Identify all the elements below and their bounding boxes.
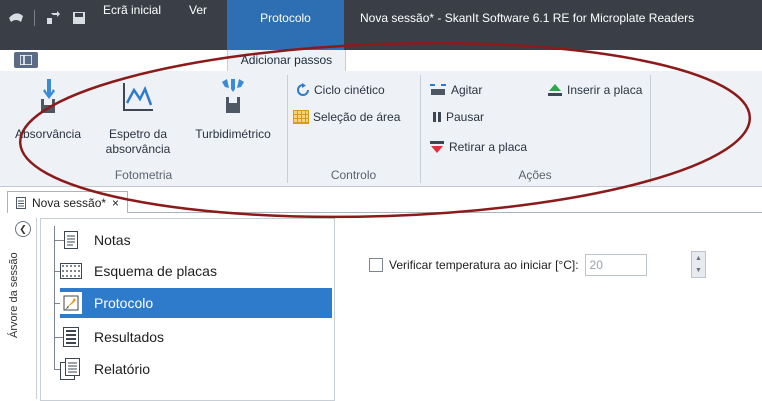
results-icon (60, 326, 82, 348)
retirar-placa-button[interactable]: Retirar a placa (429, 138, 527, 156)
session-tab-label: Nova sessão* (32, 195, 107, 210)
document-icon (16, 196, 26, 209)
verify-temperature-label: Verificar temperatura ao iniciar [°C]: (389, 258, 579, 272)
ciclo-cinetico-label: Ciclo cinético (314, 83, 385, 97)
close-icon[interactable]: × (112, 196, 119, 210)
tab-ecra-inicial[interactable]: Ecrã inicial (103, 0, 161, 21)
report-icon (60, 358, 82, 380)
temperature-spinner[interactable]: ▲ ▼ (691, 251, 706, 278)
collapse-panel-icon[interactable]: ❮ (15, 221, 31, 237)
separator (34, 10, 35, 26)
verify-temperature-checkbox[interactable] (369, 258, 383, 272)
tree-connector (54, 226, 55, 370)
spectrum-chart-icon (95, 79, 181, 113)
group-label-controlo: Controlo (330, 168, 377, 182)
insert-icon (548, 84, 562, 96)
group-label-fotometria: Fotometria (114, 168, 173, 182)
inserir-placa-button[interactable]: Inserir a placa (547, 81, 642, 99)
absorvancia-label: Absorvância (14, 127, 82, 141)
side-panel-label[interactable]: Árvore da sessão (8, 240, 32, 350)
espetro-absorvancia-button[interactable]: Espetro da absorvância (95, 79, 181, 157)
turbidimetrico-label: Turbidimétrico (195, 127, 271, 141)
plate-grid-icon (293, 110, 309, 124)
absorbance-icon (6, 79, 90, 113)
agitar-label: Agitar (451, 83, 483, 97)
pausar-button[interactable]: Pausar (432, 108, 484, 126)
temperature-input[interactable]: 20 (584, 254, 647, 276)
tab-adicionar-passos[interactable]: Adicionar passos (227, 50, 346, 71)
tree-item-label: Esquema de placas (94, 263, 217, 279)
agitar-button[interactable]: Agitar (429, 81, 482, 99)
file-menu-button[interactable] (14, 52, 38, 68)
group-label-acoes: Ações (518, 168, 552, 182)
pausar-label: Pausar (446, 110, 485, 124)
tab-ver[interactable]: Ver (189, 0, 207, 21)
spin-down-icon[interactable]: ▼ (692, 264, 705, 276)
retirar-placa-label: Retirar a placa (449, 140, 528, 154)
tree-item-label: Protocolo (94, 295, 154, 311)
session-tab[interactable]: Nova sessão* × (7, 191, 129, 213)
turbidimetrico-button[interactable]: Turbidimétrico (185, 79, 281, 142)
group-separator (420, 75, 421, 183)
save-icon[interactable] (71, 10, 87, 26)
context-tab-protocolo[interactable]: Protocolo (227, 0, 344, 50)
tree-item-label: Resultados (94, 329, 165, 345)
pause-icon (433, 112, 441, 122)
group-separator (287, 75, 288, 183)
tree-item-label: Notas (94, 232, 131, 248)
plate-layout-icon (60, 260, 82, 282)
absorvancia-button[interactable]: Absorvância (6, 79, 90, 142)
temperature-check-row: Verificar temperatura ao iniciar [°C]: 2… (369, 253, 647, 277)
inserir-placa-label: Inserir a placa (567, 83, 643, 97)
shake-icon (430, 84, 446, 95)
tree-item-relatorio[interactable]: Relatório (60, 354, 332, 384)
window-title: Nova sessão* - SkanIt Software 6.1 RE fo… (360, 11, 695, 25)
quick-access-toolbar (8, 8, 87, 28)
tree-item-resultados[interactable]: Resultados (60, 322, 332, 352)
tree-item-esquema-placas[interactable]: Esquema de placas (60, 256, 332, 286)
espetro-label: Espetro da absorvância (105, 127, 171, 156)
open-file-icon[interactable] (45, 10, 61, 26)
protocol-icon (60, 292, 82, 314)
notes-icon (60, 229, 82, 251)
tree-item-label: Relatório (94, 361, 151, 377)
ciclo-cinetico-button[interactable]: Ciclo cinético (296, 81, 385, 99)
app-menu-icon[interactable] (8, 10, 24, 26)
turbidimetric-icon (185, 79, 281, 113)
selecao-area-label: Seleção de área (313, 110, 401, 124)
group-separator (650, 75, 651, 183)
eject-icon (430, 141, 444, 153)
spin-up-icon[interactable]: ▲ (692, 252, 705, 264)
refresh-icon (297, 83, 309, 96)
tree-item-protocolo[interactable]: Protocolo (60, 288, 332, 318)
ribbon: Absorvância Espetro da absorvância Turbi… (0, 71, 762, 187)
tree-item-notas[interactable]: Notas (60, 225, 332, 255)
selecao-area-button[interactable]: Seleção de área (293, 108, 400, 126)
